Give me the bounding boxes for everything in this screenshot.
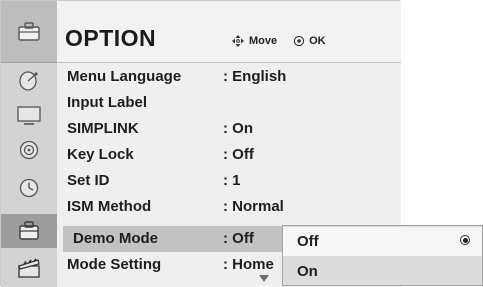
menu-title: OPTION	[65, 25, 157, 51]
option-on[interactable]: On	[283, 257, 482, 286]
menu-row-simplink[interactable]: SIMPLINK : On	[57, 116, 401, 142]
category-rail	[1, 1, 58, 287]
option-label: On	[297, 263, 318, 280]
row-label: Menu Language	[67, 68, 182, 85]
option-off[interactable]: Off	[283, 227, 482, 256]
row-value: : Normal	[223, 198, 284, 215]
option-toolbox-icon	[18, 21, 40, 41]
row-label: Set ID	[67, 172, 110, 189]
row-value: : Off	[223, 146, 254, 163]
option-label: Off	[297, 233, 319, 250]
ok-hint-label: OK	[309, 35, 326, 47]
rail-item-channel[interactable]	[1, 63, 57, 98]
clock-icon	[19, 178, 39, 198]
demo-mode-options-popup: Off On	[282, 225, 483, 286]
monitor-icon	[17, 106, 41, 125]
row-label: ISM Method	[67, 198, 152, 215]
scroll-down-arrow-icon[interactable]	[259, 275, 269, 282]
clapperboard-icon	[18, 258, 40, 278]
row-label: Key Lock	[67, 146, 134, 163]
row-value: : English	[223, 68, 287, 85]
lock-box-icon	[19, 221, 39, 240]
navigation-hint: Move OK	[231, 34, 326, 48]
row-value: : On	[223, 120, 253, 137]
menu-row-ism-method[interactable]: ISM Method : Normal	[57, 194, 401, 220]
menu-row-input-label[interactable]: Input Label	[57, 90, 401, 116]
menu-row-key-lock[interactable]: Key Lock : Off	[57, 142, 401, 168]
ok-button-icon	[293, 35, 305, 47]
speaker-icon	[19, 140, 39, 160]
menu-row-menu-language[interactable]: Menu Language : English	[57, 64, 401, 90]
move-arrows-icon	[232, 35, 244, 47]
row-value: : Off	[223, 230, 254, 247]
row-value: : Home	[223, 256, 274, 273]
row-label: Mode Setting	[67, 256, 162, 273]
rail-item-option-active[interactable]	[1, 214, 57, 248]
radio-selected-icon	[460, 235, 470, 245]
row-value: : 1	[223, 172, 241, 189]
rail-item-time[interactable]	[1, 168, 57, 208]
satellite-dish-icon	[19, 70, 38, 91]
menu-row-demo-mode[interactable]: Demo Mode : Off	[63, 226, 285, 252]
menu-header: OPTION Move OK	[57, 1, 401, 63]
move-hint-label: Move	[249, 35, 278, 47]
rail-item-media[interactable]	[1, 249, 57, 287]
rail-item-picture[interactable]	[1, 98, 57, 132]
row-label: SIMPLINK	[67, 120, 139, 137]
row-label: Demo Mode	[73, 230, 159, 247]
menu-row-set-id[interactable]: Set ID : 1	[57, 168, 401, 194]
rail-item-option[interactable]	[1, 1, 57, 63]
tv-osd-screen: OPTION Move OK Menu Language: English I…	[0, 0, 483, 287]
rail-item-audio[interactable]	[1, 132, 57, 168]
row-label: Input Label	[67, 94, 147, 111]
